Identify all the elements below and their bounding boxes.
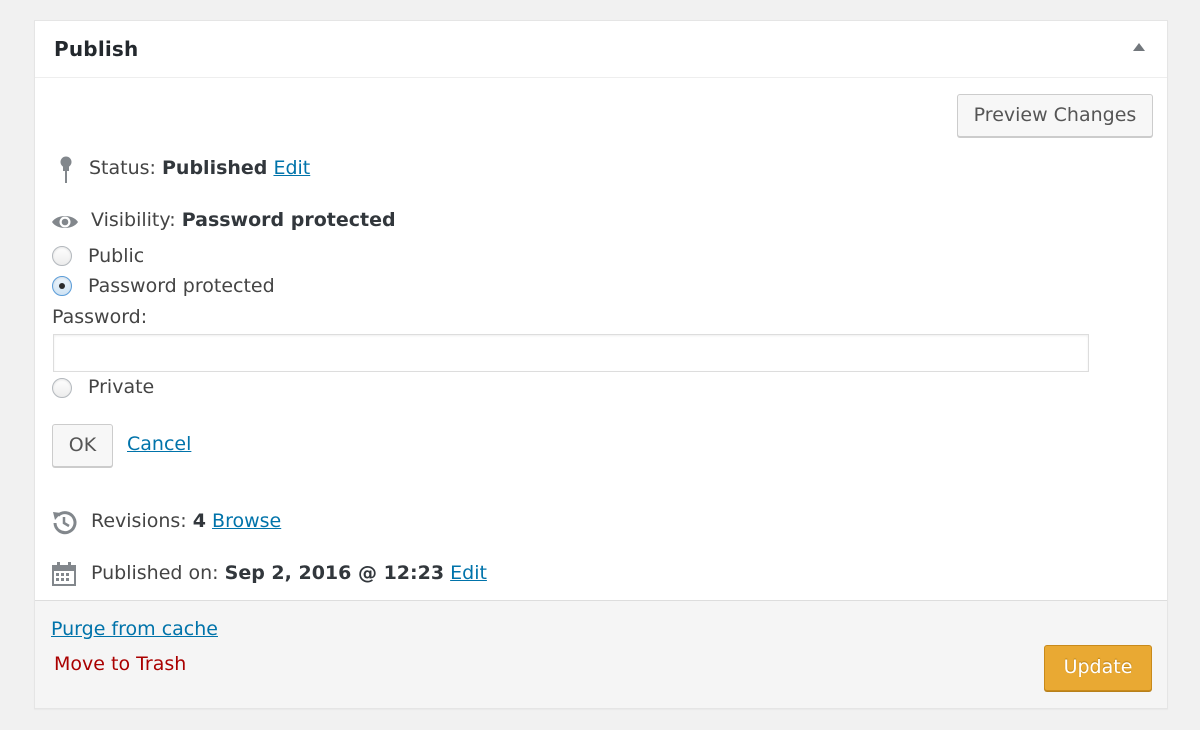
eye-icon: [52, 216, 78, 228]
collapse-arrow-icon[interactable]: [1133, 43, 1145, 51]
visibility-public-radio[interactable]: [52, 246, 72, 266]
status-row: Status: Published Edit: [89, 157, 310, 179]
visibility-private-label[interactable]: Private: [88, 376, 154, 398]
revisions-label: Revisions:: [91, 510, 187, 532]
preview-changes-button[interactable]: Preview Changes: [957, 94, 1153, 137]
published-on-value: Sep 2, 2016 @ 12:23: [224, 562, 445, 584]
published-on-row: Published on: Sep 2, 2016 @ 12:23 Edit: [91, 562, 487, 584]
pin-icon: [60, 156, 72, 183]
visibility-row: Visibility: Password protected: [91, 209, 396, 231]
visibility-password-radio[interactable]: [52, 276, 72, 296]
revisions-row: Revisions: 4 Browse: [91, 510, 281, 532]
cancel-link[interactable]: Cancel: [127, 433, 191, 455]
publish-actions-footer: Purge from cache Move to Trash Update: [35, 600, 1167, 708]
calendar-icon: [52, 562, 76, 586]
published-on-edit-link[interactable]: Edit: [450, 562, 487, 584]
visibility-private-radio[interactable]: [52, 378, 72, 398]
move-to-trash-link[interactable]: Move to Trash: [54, 653, 186, 675]
status-label: Status:: [89, 157, 156, 179]
visibility-value: Password protected: [181, 209, 396, 231]
visibility-public-label[interactable]: Public: [88, 245, 144, 267]
password-field[interactable]: [53, 334, 1089, 372]
published-on-label: Published on:: [91, 562, 219, 584]
password-field-label: Password:: [52, 306, 148, 328]
visibility-label: Visibility:: [91, 209, 176, 231]
visibility-password-label[interactable]: Password protected: [88, 275, 275, 297]
ok-button[interactable]: OK: [52, 424, 113, 467]
publish-box-title: Publish: [54, 37, 139, 61]
status-value: Published: [162, 157, 268, 179]
revisions-count: 4: [192, 510, 206, 532]
publish-box-header[interactable]: Publish: [35, 21, 1167, 78]
purge-cache-link[interactable]: Purge from cache: [51, 618, 218, 640]
publish-box: Publish Preview Changes Status: Publishe…: [34, 20, 1168, 709]
history-icon: [53, 511, 77, 535]
update-button[interactable]: Update: [1044, 645, 1152, 691]
status-edit-link[interactable]: Edit: [273, 157, 310, 179]
revisions-browse-link[interactable]: Browse: [212, 510, 281, 532]
